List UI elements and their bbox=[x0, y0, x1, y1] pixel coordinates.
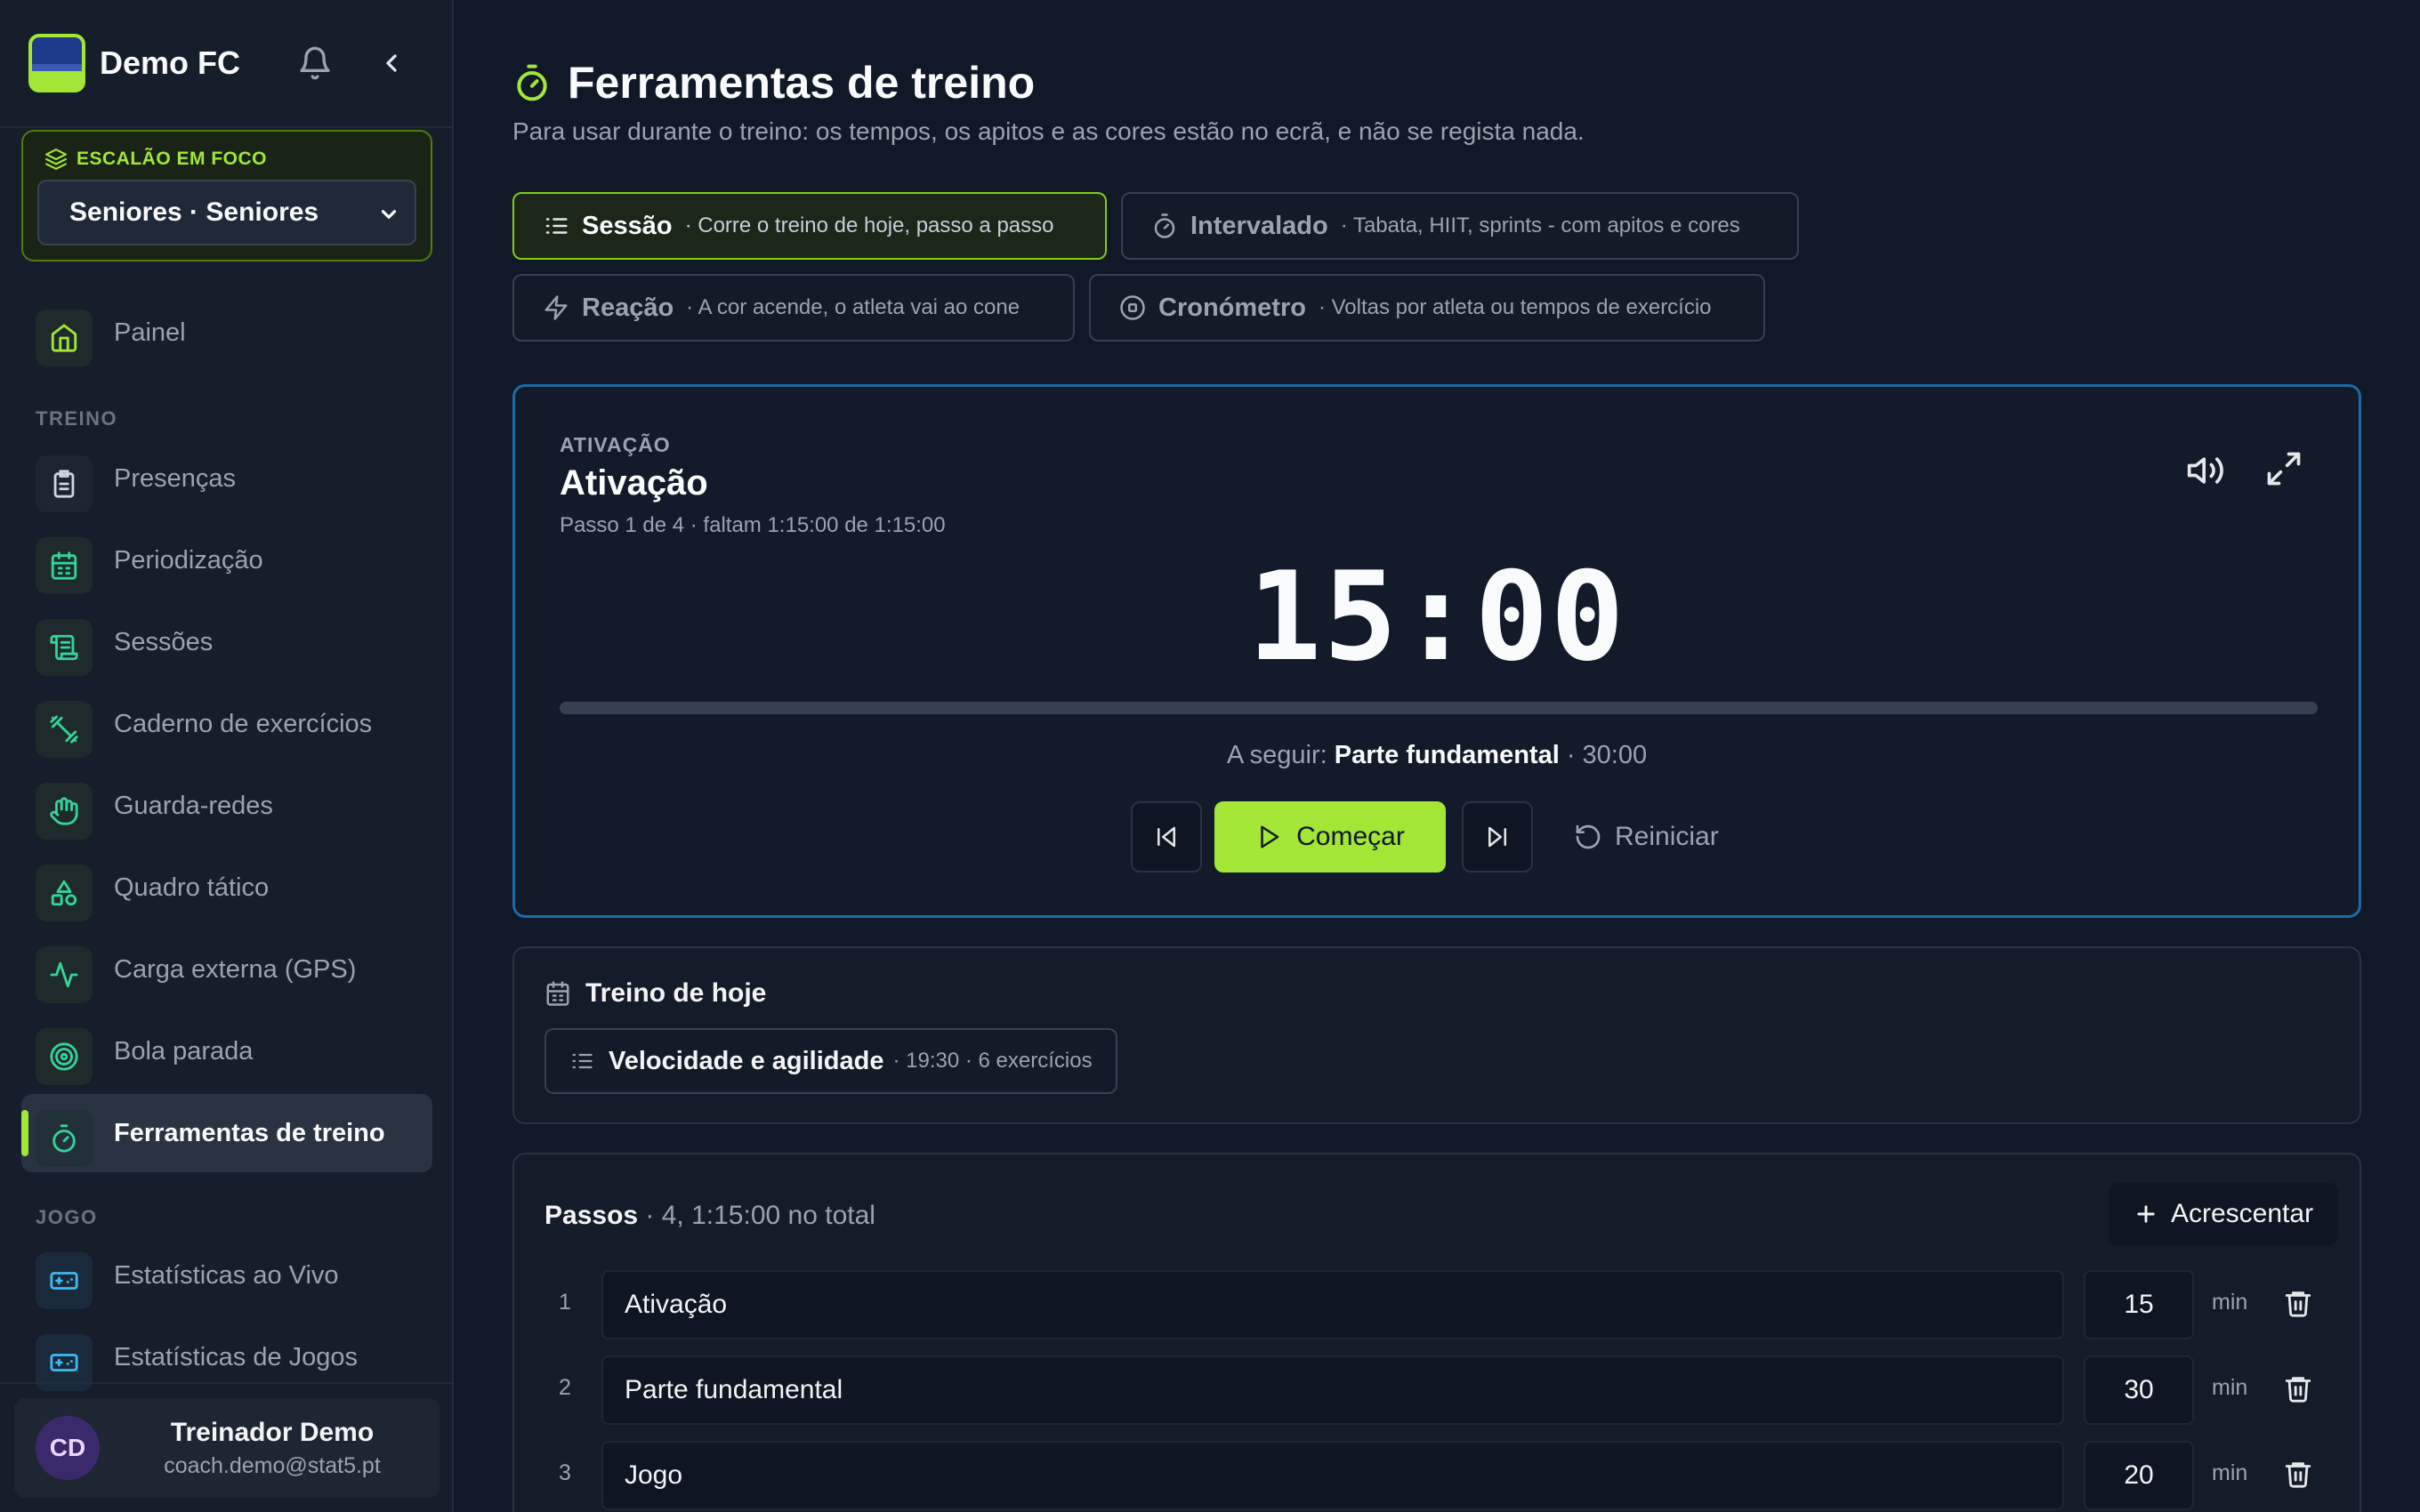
next-step-text: A seguir: Parte fundamental · 30:00 bbox=[1226, 741, 1648, 769]
rotate-ccw-icon bbox=[1574, 823, 1602, 851]
timer-icon bbox=[36, 1110, 93, 1167]
trash-icon[interactable] bbox=[2283, 1459, 2313, 1489]
next-step-button[interactable] bbox=[1462, 801, 1533, 873]
step-row: 1 Ativação 15 min bbox=[514, 1270, 2360, 1341]
step-unit: min bbox=[2212, 1460, 2248, 1485]
nav-section-treino: TREINO bbox=[36, 407, 118, 430]
countdown-display: 15:00 bbox=[1247, 545, 1626, 688]
step-number: 2 bbox=[559, 1375, 571, 1400]
sidebar-divider bbox=[0, 1382, 452, 1384]
step-minutes-input[interactable]: 20 bbox=[2084, 1441, 2194, 1510]
user-email: coach.demo@stat5.pt bbox=[164, 1453, 381, 1478]
step-minutes-input[interactable]: 15 bbox=[2084, 1270, 2194, 1339]
dumbbell-icon bbox=[36, 701, 93, 758]
calendar-icon bbox=[36, 537, 93, 594]
nav-caderno-exercicios[interactable]: Caderno de exercícios bbox=[21, 685, 432, 763]
today-heading: Treino de hoje bbox=[544, 978, 766, 1009]
tab-intervalado[interactable]: Intervalado · Tabata, HIIT, sprints - co… bbox=[1121, 192, 1799, 260]
nav-section-jogo: JOGO bbox=[36, 1206, 98, 1228]
zap-icon bbox=[543, 294, 569, 321]
step-row: 3 Jogo 20 min bbox=[514, 1441, 2360, 1512]
team-focus-label: ESCALÃO EM FOCO bbox=[44, 148, 267, 171]
nav-carga-externa[interactable]: Carga externa (GPS) bbox=[21, 930, 432, 1009]
step-number: 1 bbox=[559, 1290, 571, 1315]
steps-card: Passos · 4, 1:15:00 no total Acrescentar… bbox=[512, 1153, 2361, 1512]
layers-icon bbox=[44, 148, 68, 171]
nav-quadro-tatico[interactable]: Quadro tático bbox=[21, 848, 432, 927]
step-number: 3 bbox=[559, 1460, 571, 1485]
nav-guarda-redes[interactable]: Guarda-redes bbox=[21, 767, 432, 845]
reset-button[interactable]: Reiniciar bbox=[1574, 801, 1719, 873]
stop-circle-icon bbox=[1119, 294, 1146, 321]
fullscreen-icon[interactable] bbox=[2264, 449, 2303, 488]
list-icon bbox=[543, 213, 569, 239]
step-minutes-input[interactable]: 30 bbox=[2084, 1355, 2194, 1425]
trash-icon[interactable] bbox=[2283, 1373, 2313, 1403]
team-select[interactable]: Seniores · Seniores bbox=[37, 180, 416, 245]
step-row: 2 Parte fundamental 30 min bbox=[514, 1355, 2360, 1427]
scroll-icon bbox=[36, 619, 93, 676]
brand-name: Demo FC bbox=[100, 44, 241, 81]
trash-icon[interactable] bbox=[2283, 1288, 2313, 1318]
club-logo bbox=[28, 34, 85, 92]
calendar-icon bbox=[544, 980, 571, 1007]
hand-icon bbox=[36, 783, 93, 840]
play-icon bbox=[1255, 824, 1282, 850]
gamepad-icon bbox=[36, 1252, 93, 1309]
nav-bola-parada[interactable]: Bola parada bbox=[21, 1012, 432, 1090]
chevron-down-icon bbox=[377, 203, 400, 226]
tab-reacao[interactable]: Reação · A cor acende, o atleta vai ao c… bbox=[512, 274, 1075, 342]
step-unit: min bbox=[2212, 1375, 2248, 1400]
timer-icon bbox=[512, 61, 552, 104]
nav-estatisticas-vivo[interactable]: Estatísticas ao Vivo bbox=[21, 1236, 432, 1315]
shapes-icon bbox=[36, 865, 93, 921]
nav-ferramentas-treino[interactable]: Ferramentas de treino bbox=[21, 1094, 432, 1172]
previous-step-button[interactable] bbox=[1131, 801, 1202, 873]
user-name: Treinador Demo bbox=[170, 1418, 375, 1447]
skip-back-icon bbox=[1153, 824, 1180, 850]
today-session-item[interactable]: Velocidade e agilidade · 19:30 · 6 exerc… bbox=[544, 1028, 1117, 1094]
nav-periodizacao[interactable]: Periodização bbox=[21, 521, 432, 599]
sidebar-header: Demo FC bbox=[0, 0, 452, 128]
nav-estatisticas-jogos[interactable]: Estatísticas de Jogos bbox=[21, 1318, 432, 1396]
step-name-input[interactable]: Ativação bbox=[601, 1270, 2064, 1339]
session-timer-card: ATIVAÇÃO Ativação Passo 1 de 4 · faltam … bbox=[512, 384, 2361, 918]
home-icon bbox=[36, 310, 93, 366]
timer-icon bbox=[1151, 213, 1178, 239]
tab-cronometro[interactable]: Cronómetro · Voltas por atleta ou tempos… bbox=[1089, 274, 1765, 342]
bell-icon[interactable] bbox=[297, 44, 333, 82]
phase-tag: ATIVAÇÃO bbox=[560, 433, 671, 456]
phase-title: Ativação bbox=[560, 463, 708, 503]
step-name-input[interactable]: Jogo bbox=[601, 1441, 2064, 1510]
sidebar: Demo FC ESCALÃO EM FOCO Seniores · Senio… bbox=[0, 0, 454, 1512]
step-name-input[interactable]: Parte fundamental bbox=[601, 1355, 2064, 1425]
avatar: CD bbox=[36, 1416, 100, 1480]
nav-presencas[interactable]: Presenças bbox=[21, 439, 432, 518]
phase-progress-text: Passo 1 de 4 · faltam 1:15:00 de 1:15:00 bbox=[560, 513, 946, 537]
skip-forward-icon bbox=[1484, 824, 1511, 850]
step-unit: min bbox=[2212, 1290, 2248, 1315]
sound-icon[interactable] bbox=[2186, 451, 2225, 490]
today-training-card: Treino de hoje Velocidade e agilidade · … bbox=[512, 946, 2361, 1124]
steps-heading: Passos · 4, 1:15:00 no total bbox=[544, 1201, 875, 1230]
nav-painel[interactable]: Painel bbox=[21, 294, 432, 372]
add-step-button[interactable]: Acrescentar bbox=[2109, 1183, 2339, 1245]
activity-icon bbox=[36, 946, 93, 1003]
plus-icon bbox=[2134, 1202, 2158, 1226]
user-menu[interactable]: CD Treinador Demo coach.demo@stat5.pt bbox=[14, 1398, 440, 1498]
collapse-sidebar-icon[interactable] bbox=[377, 46, 406, 80]
page-subtitle: Para usar durante o treino: os tempos, o… bbox=[512, 117, 1585, 145]
tab-sessao[interactable]: Sessão · Corre o treino de hoje, passo a… bbox=[512, 192, 1107, 260]
clipboard-icon bbox=[36, 455, 93, 512]
phase-progress-bar bbox=[560, 702, 2318, 714]
next-step-name: Parte fundamental bbox=[1334, 741, 1560, 769]
page-title: Ferramentas de treino bbox=[512, 57, 1035, 109]
list-icon bbox=[569, 1049, 594, 1074]
target-icon bbox=[36, 1028, 93, 1085]
nav-sessoes[interactable]: Sessões bbox=[21, 603, 432, 681]
team-focus-panel: ESCALÃO EM FOCO Seniores · Seniores bbox=[21, 130, 432, 261]
start-button[interactable]: Começar bbox=[1214, 801, 1446, 873]
